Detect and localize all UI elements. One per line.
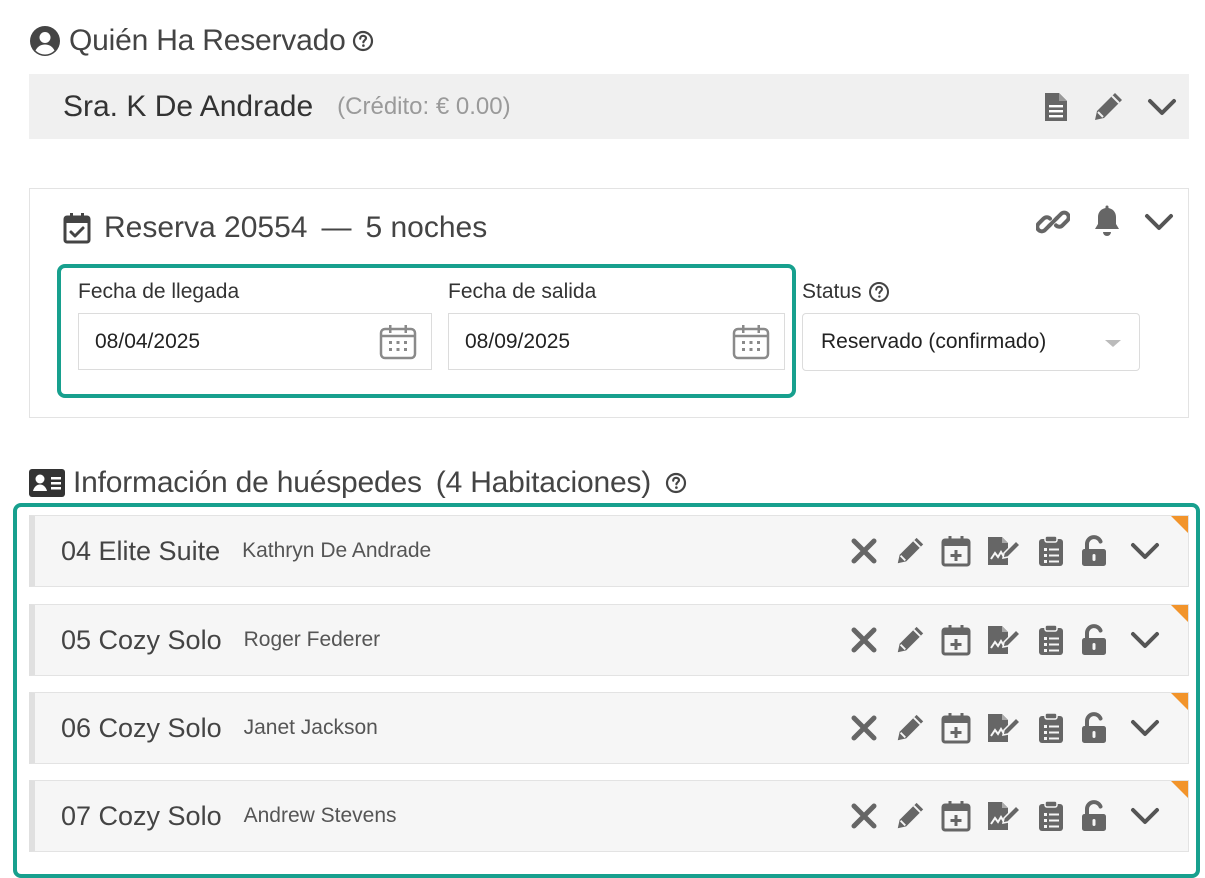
- chevron-down-icon[interactable]: [1144, 212, 1174, 232]
- clipboard-list-icon[interactable]: [1037, 624, 1065, 656]
- bell-icon[interactable]: [1092, 205, 1122, 239]
- clipboard-list-icon[interactable]: [1037, 535, 1065, 567]
- signature-icon[interactable]: [986, 712, 1022, 744]
- status-label-row: Status: [802, 280, 890, 304]
- room-guest-name: Janet Jackson: [243, 716, 378, 739]
- status-flag-icon: [1171, 781, 1188, 798]
- calendar-plus-icon[interactable]: [941, 624, 971, 656]
- calendar-icon[interactable]: [379, 324, 417, 360]
- pencil-icon[interactable]: [894, 535, 926, 567]
- clipboard-list-icon[interactable]: [1037, 800, 1065, 832]
- pencil-icon[interactable]: [894, 712, 926, 744]
- pencil-icon[interactable]: [1091, 90, 1125, 124]
- room-name: 04 Elite Suite: [61, 535, 221, 566]
- clipboard-list-icon[interactable]: [1037, 712, 1065, 744]
- pencil-icon[interactable]: [894, 624, 926, 656]
- question-circle-icon[interactable]: [868, 281, 890, 303]
- calendar-plus-icon[interactable]: [941, 535, 971, 567]
- unlock-icon[interactable]: [1080, 624, 1108, 656]
- question-circle-icon[interactable]: [352, 30, 374, 52]
- title-separator: —: [321, 211, 352, 244]
- id-card-icon: [29, 469, 65, 497]
- guests-header: Información de huéspedes (4 Habitaciones…: [29, 466, 695, 500]
- room-row[interactable]: 07 Cozy Solo Andrew Stevens: [29, 780, 1189, 852]
- guests-title: Información de huéspedes: [73, 466, 422, 499]
- unlock-icon[interactable]: [1080, 535, 1108, 567]
- signature-icon[interactable]: [986, 800, 1022, 832]
- room-guest-name: Andrew Stevens: [243, 804, 397, 827]
- room-name: 05 Cozy Solo: [61, 624, 222, 655]
- calendar-plus-icon[interactable]: [941, 712, 971, 744]
- close-icon[interactable]: [849, 713, 879, 743]
- status-flag-icon: [1171, 693, 1188, 710]
- room-actions: [834, 693, 1160, 763]
- calendar-plus-icon[interactable]: [941, 800, 971, 832]
- departure-date-value: 08/09/2025: [465, 329, 571, 353]
- link-icon[interactable]: [1036, 205, 1070, 239]
- room-name: 06 Cozy Solo: [61, 712, 222, 743]
- room-name: 07 Cozy Solo: [61, 800, 222, 831]
- calendar-icon[interactable]: [732, 324, 770, 360]
- reservation-actions: [1014, 205, 1174, 239]
- room-guest-name: Roger Federer: [243, 628, 381, 651]
- room-actions: [834, 781, 1160, 851]
- departure-date-input[interactable]: 08/09/2025: [448, 313, 785, 370]
- arrival-date-input[interactable]: 08/04/2025: [78, 313, 432, 370]
- room-row[interactable]: 05 Cozy Solo Roger Federer: [29, 604, 1189, 676]
- status-value: Reservado (confirmado): [821, 330, 1047, 353]
- arrival-date-value: 08/04/2025: [95, 329, 201, 353]
- user-circle-icon: [29, 25, 61, 57]
- reservation-number: Reserva 20554: [104, 211, 308, 244]
- room-row[interactable]: 06 Cozy Solo Janet Jackson: [29, 692, 1189, 764]
- document-icon[interactable]: [1043, 91, 1069, 123]
- chevron-down-icon[interactable]: [1130, 630, 1160, 650]
- chevron-down-icon[interactable]: [1130, 806, 1160, 826]
- signature-icon[interactable]: [986, 624, 1022, 656]
- calendar-check-icon: [62, 212, 92, 244]
- close-icon[interactable]: [849, 536, 879, 566]
- who-booked-title: Quién Ha Reservado: [69, 24, 346, 57]
- signature-icon[interactable]: [986, 535, 1022, 567]
- close-icon[interactable]: [849, 625, 879, 655]
- departure-label: Fecha de salida: [448, 280, 597, 303]
- rooms-count: (4 Habitaciones): [435, 466, 652, 499]
- pencil-icon[interactable]: [894, 800, 926, 832]
- unlock-icon[interactable]: [1080, 712, 1108, 744]
- question-circle-icon[interactable]: [665, 472, 687, 494]
- close-icon[interactable]: [849, 801, 879, 831]
- booker-name: Sra. K De Andrade: [63, 89, 314, 123]
- room-guest-name: Kathryn De Andrade: [242, 539, 432, 562]
- room-actions: [834, 516, 1160, 586]
- reservation-title: Reserva 20554 — 5 noches: [62, 211, 487, 245]
- arrival-label: Fecha de llegada: [78, 280, 240, 303]
- booker-bar[interactable]: Sra. K De Andrade (Crédito: € 0.00): [29, 74, 1189, 139]
- chevron-down-icon[interactable]: [1130, 718, 1160, 738]
- status-label: Status: [802, 280, 862, 303]
- dropdown-caret-icon: [1105, 340, 1121, 347]
- chevron-down-icon[interactable]: [1130, 541, 1160, 561]
- status-flag-icon: [1171, 516, 1188, 533]
- room-actions: [834, 605, 1160, 675]
- reservation-nights: 5 noches: [365, 211, 488, 244]
- chevron-down-icon[interactable]: [1147, 97, 1177, 117]
- status-flag-icon: [1171, 605, 1188, 622]
- status-select[interactable]: Reservado (confirmado): [802, 313, 1140, 371]
- who-booked-header: Quién Ha Reservado: [29, 24, 382, 58]
- room-row[interactable]: 04 Elite Suite Kathryn De Andrade: [29, 515, 1189, 587]
- booker-credit: (Crédito: € 0.00): [337, 92, 511, 120]
- unlock-icon[interactable]: [1080, 800, 1108, 832]
- booker-actions: [1021, 74, 1177, 139]
